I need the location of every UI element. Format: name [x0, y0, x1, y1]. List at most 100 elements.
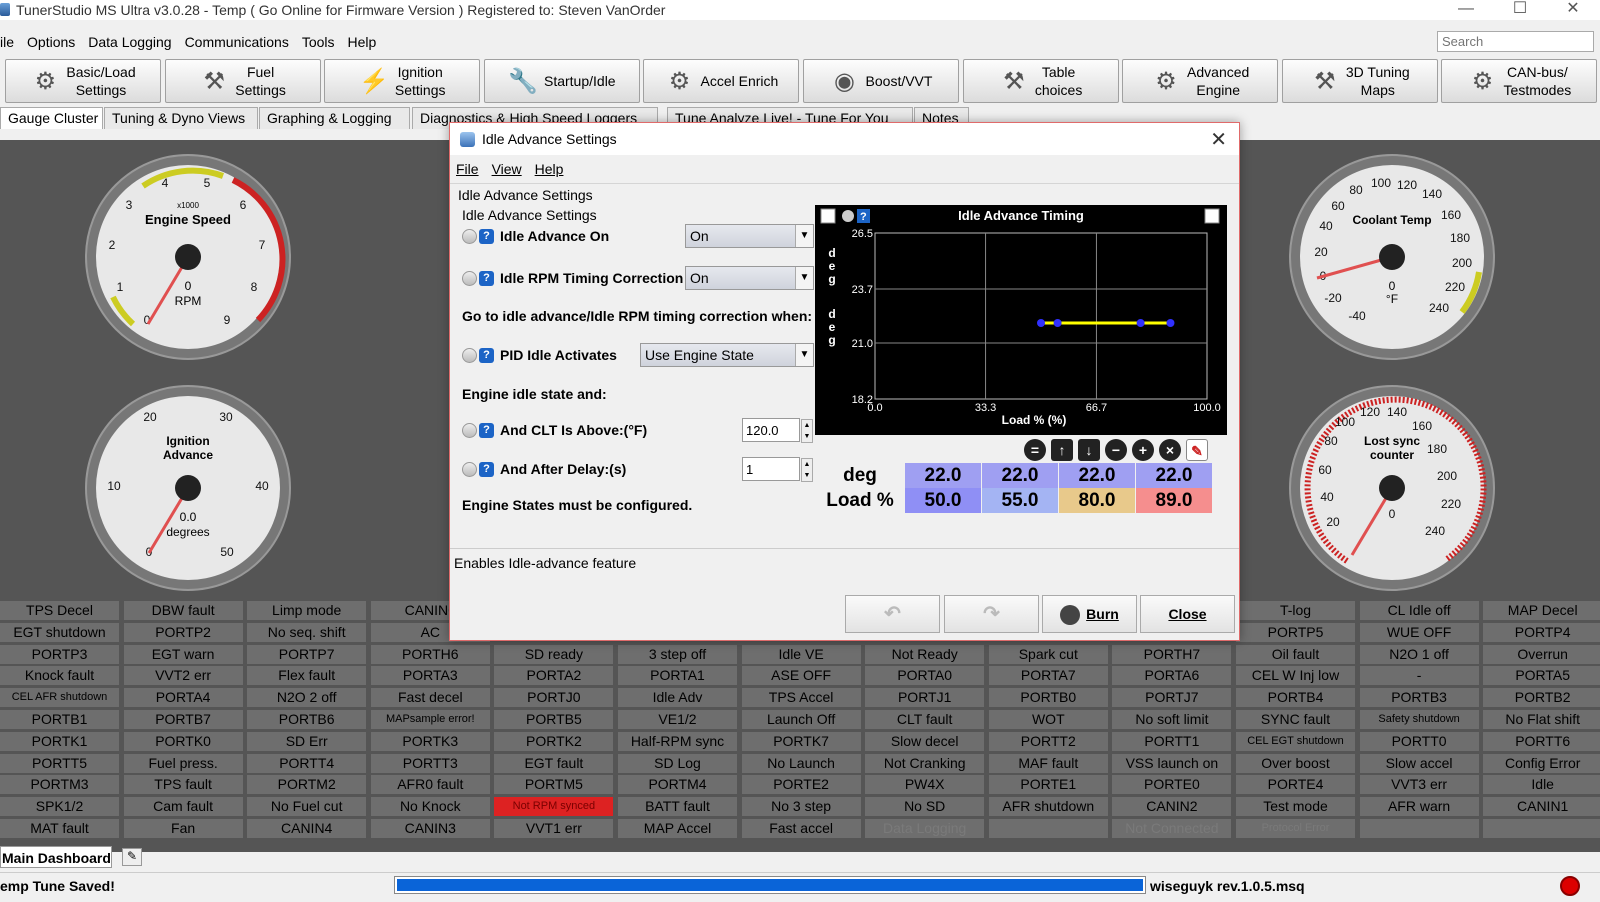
- dashboard-edit-icon[interactable]: ✎: [122, 848, 142, 866]
- toolbar-button-4[interactable]: ⚙ Accel Enrich: [643, 59, 800, 103]
- equal-icon[interactable]: =: [1024, 439, 1046, 461]
- minimize-icon[interactable]: —: [1446, 0, 1486, 20]
- indicator: No Fuel cut: [247, 797, 367, 817]
- edit-icon[interactable]: [462, 347, 477, 363]
- menu-data-logging[interactable]: Data Logging: [88, 34, 171, 50]
- data-point[interactable]: [1136, 319, 1145, 327]
- multiply-icon[interactable]: ×: [1159, 439, 1181, 461]
- dialog-close-icon[interactable]: ✕: [1210, 127, 1227, 152]
- edit-icon[interactable]: [462, 270, 477, 286]
- tab-tuning-dyno[interactable]: Tuning & Dyno Views: [104, 107, 258, 129]
- toolbar-button-8[interactable]: ⚒ 3D Tuning Maps: [1281, 59, 1438, 103]
- load-cell[interactable]: 50.0: [905, 488, 981, 513]
- connection-status-icon[interactable]: [1560, 876, 1580, 896]
- spark-plug-icon: ⚡: [358, 67, 389, 95]
- deg-cell[interactable]: 22.0: [1136, 463, 1212, 488]
- deg-cell[interactable]: 22.0: [905, 463, 981, 488]
- toolbar-button-7[interactable]: ⚙ Advanced Engine: [1122, 59, 1279, 103]
- pen-icon[interactable]: ✎: [1186, 439, 1208, 461]
- help-icon[interactable]: ?: [479, 228, 494, 244]
- spinner-arrows-icon[interactable]: ▲ ▼: [801, 458, 813, 482]
- dialog-menu-view[interactable]: View: [492, 161, 522, 181]
- idle-rpm-timing-select[interactable]: On ▼: [685, 266, 814, 290]
- undo-button[interactable]: ↶: [845, 595, 940, 633]
- clt-above-row: ? And CLT Is Above:(°F): [462, 418, 647, 442]
- y-axis-label-char: e: [829, 320, 836, 334]
- inner-group-label: Idle Advance Settings: [462, 207, 597, 223]
- redo-button[interactable]: ↷: [944, 595, 1039, 633]
- arrow-up-icon[interactable]: ↑: [1051, 439, 1073, 461]
- burn-button[interactable]: Burn: [1042, 595, 1137, 633]
- menu-tools[interactable]: Tools: [302, 34, 335, 50]
- chevron-down-icon[interactable]: ▼: [795, 344, 813, 366]
- chart-settings-icon[interactable]: [842, 210, 854, 222]
- close-button[interactable]: Close: [1140, 595, 1235, 633]
- menu-options[interactable]: Options: [27, 34, 75, 50]
- indicator: No seq. shift: [247, 622, 367, 642]
- toolbar-button-label: Startup/Idle: [543, 73, 616, 89]
- title-bar: TunerStudio MS Ultra v3.0.28 - Temp ( Go…: [0, 0, 1600, 20]
- load-cell[interactable]: 55.0: [982, 488, 1058, 513]
- toolbar-button-1[interactable]: ⚒ Fuel Settings: [164, 59, 321, 103]
- data-point[interactable]: [1166, 319, 1175, 327]
- dialog-menu-help[interactable]: Help: [535, 161, 564, 181]
- toolbar-button-2[interactable]: ⚡ Ignition Settings: [324, 59, 481, 103]
- maximize-icon[interactable]: ☐: [1500, 0, 1540, 20]
- chevron-down-icon[interactable]: ▼: [795, 267, 813, 289]
- indicator: Limp mode: [247, 601, 367, 620]
- plus-icon[interactable]: +: [1132, 439, 1154, 461]
- tab-graphing-logging[interactable]: Graphing & Logging: [259, 107, 410, 129]
- chart-menu-icon[interactable]: [820, 208, 836, 224]
- menu-help[interactable]: Help: [348, 34, 377, 50]
- help-icon[interactable]: ?: [479, 347, 494, 363]
- indicator: Fast accel: [741, 819, 861, 838]
- load-cell[interactable]: 89.0: [1136, 488, 1212, 513]
- chart-xlabel: Load % (%): [1002, 413, 1067, 427]
- help-text: Enables Idle-advance feature: [454, 555, 637, 571]
- load-cell[interactable]: 80.0: [1059, 488, 1135, 513]
- help-icon[interactable]: ?: [479, 270, 494, 286]
- indicator: BATT fault: [618, 797, 737, 817]
- deg-cell[interactable]: 22.0: [1059, 463, 1135, 488]
- deg-cell[interactable]: 22.0: [982, 463, 1058, 488]
- burn-icon: [1060, 605, 1081, 626]
- pid-idle-label: PID Idle Activates: [500, 347, 617, 363]
- idle-advance-chart[interactable]: Idle Advance Timing Load % (%) degdeg 0.…: [815, 205, 1227, 435]
- idle-advance-on-select[interactable]: On ▼: [685, 224, 814, 248]
- indicator: No SD: [865, 797, 985, 817]
- x-tick-label: 100.0: [1193, 402, 1221, 414]
- edit-icon[interactable]: [462, 461, 477, 477]
- search-input[interactable]: [1437, 31, 1594, 52]
- data-point[interactable]: [1037, 319, 1045, 327]
- indicator: CLT fault: [865, 710, 985, 729]
- indicator: Idle VE: [741, 644, 861, 664]
- tab-gauge-cluster[interactable]: Gauge Cluster: [0, 107, 103, 129]
- help-icon[interactable]: ?: [479, 461, 494, 477]
- help-icon[interactable]: ?: [479, 422, 494, 438]
- edit-icon[interactable]: [462, 422, 477, 438]
- close-window-icon[interactable]: ✕: [1553, 0, 1593, 20]
- menu-communications[interactable]: Communications: [185, 34, 289, 50]
- spinner-arrows-icon[interactable]: ▲ ▼: [801, 419, 813, 443]
- minus-icon[interactable]: −: [1105, 439, 1127, 461]
- pid-idle-select[interactable]: Use Engine State ▼: [640, 343, 814, 367]
- toolbar-button-6[interactable]: ⚒ Table choices: [962, 59, 1119, 103]
- pid-idle-value: Use Engine State: [645, 347, 754, 363]
- toolbar-button-3[interactable]: 🔧 Startup/Idle: [483, 59, 640, 103]
- toolbar-button-5[interactable]: ◉ Boost/VVT: [803, 59, 959, 103]
- coolant-tick: 160: [1441, 208, 1461, 222]
- edit-icon[interactable]: [462, 228, 477, 244]
- menu-file[interactable]: ile: [0, 34, 14, 50]
- indicator: PORTA0: [865, 666, 985, 686]
- data-point[interactable]: [1053, 319, 1062, 327]
- chart-menu-icon-right[interactable]: [1204, 208, 1220, 224]
- clt-above-input[interactable]: 120.0 ▲ ▼: [742, 418, 813, 443]
- main-dashboard-tab[interactable]: Main Dashboard: [0, 846, 112, 868]
- chevron-down-icon[interactable]: ▼: [795, 225, 813, 247]
- toolbar-button-9[interactable]: ⚙ CAN-bus/ Testmodes: [1441, 59, 1598, 103]
- dialog-menu-file[interactable]: File: [456, 161, 479, 181]
- arrow-down-icon[interactable]: ↓: [1078, 439, 1100, 461]
- toolbar-button-0[interactable]: ⚙ Basic/Load Settings: [5, 59, 161, 103]
- after-delay-input[interactable]: 1 ▲ ▼: [742, 457, 813, 482]
- lostsync-title: Lost sync: [1364, 434, 1420, 448]
